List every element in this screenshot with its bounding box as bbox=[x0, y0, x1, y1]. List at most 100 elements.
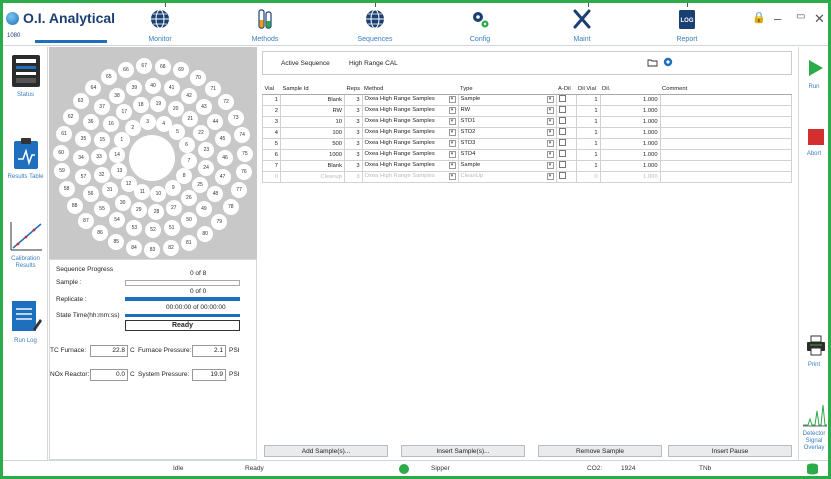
chevron-down-icon[interactable]: ▾ bbox=[448, 107, 456, 114]
carousel-position[interactable]: 60 bbox=[53, 144, 70, 161]
cell-dil[interactable]: 1.000 bbox=[599, 137, 661, 150]
nav-maint[interactable]: Maint bbox=[547, 3, 617, 46]
cell-dil[interactable]: 1.000 bbox=[599, 148, 661, 161]
table-row[interactable]: 4 100 3 Oxea High Range Samples ▾ STD2 ▾ 1 1.000 bbox=[262, 126, 793, 139]
a-dil-checkbox[interactable] bbox=[558, 117, 566, 124]
cell-reps[interactable]: 3 bbox=[344, 93, 363, 106]
carousel-position[interactable]: 73 bbox=[227, 109, 244, 126]
cell-vial[interactable]: 2 bbox=[262, 104, 281, 117]
cell-method[interactable]: Oxea High Range Samples ▾ bbox=[361, 148, 459, 161]
carousel-position[interactable]: 65 bbox=[100, 69, 117, 86]
chevron-down-icon[interactable]: ▾ bbox=[546, 107, 554, 114]
cell-comment[interactable] bbox=[659, 159, 793, 172]
carousel-position[interactable]: 40 bbox=[145, 78, 161, 94]
carousel-position[interactable]: 43 bbox=[195, 99, 212, 116]
sidebar-item-status[interactable]: Status bbox=[3, 53, 48, 99]
cell-comment[interactable] bbox=[659, 93, 793, 106]
cell-sample-id[interactable]: 100 bbox=[280, 126, 345, 139]
cell-dil[interactable]: 1.000 bbox=[599, 93, 661, 106]
run-label[interactable]: Run bbox=[799, 84, 828, 90]
chevron-down-icon[interactable]: ▾ bbox=[448, 173, 456, 180]
carousel-position[interactable]: 88 bbox=[66, 198, 83, 215]
cell-reps[interactable]: 3 bbox=[344, 159, 363, 172]
printer-icon[interactable] bbox=[806, 335, 826, 357]
carousel-position[interactable]: 51 bbox=[163, 219, 180, 236]
cell-method[interactable]: Oxea High Range Samples ▾ bbox=[361, 159, 459, 172]
table-row[interactable]: 1 Blank 3 Oxea High Range Samples ▾ Sample ▾ 1 1… bbox=[262, 93, 793, 106]
carousel-position[interactable]: 56 bbox=[82, 186, 99, 202]
cell-a-dil[interactable] bbox=[555, 126, 577, 139]
carousel-position[interactable]: 74 bbox=[234, 127, 251, 144]
carousel-position[interactable]: 24 bbox=[198, 159, 215, 176]
maximize-icon[interactable]: ▭ bbox=[796, 11, 805, 22]
nav-monitor[interactable]: Monitor bbox=[125, 3, 195, 46]
carousel-position[interactable]: 34 bbox=[73, 150, 89, 166]
nav-sequences[interactable]: Sequences bbox=[340, 3, 410, 46]
lock-icon[interactable]: 🔒 bbox=[752, 11, 766, 24]
cell-comment[interactable] bbox=[659, 170, 793, 183]
carousel-position[interactable]: 50 bbox=[181, 212, 197, 229]
carousel-position[interactable]: 14 bbox=[109, 147, 126, 164]
carousel-position[interactable]: 47 bbox=[214, 168, 231, 185]
carousel-position[interactable]: 17 bbox=[116, 104, 133, 121]
carousel-position[interactable]: 78 bbox=[222, 199, 239, 216]
database-icon[interactable] bbox=[806, 463, 819, 475]
carousel-position[interactable]: 71 bbox=[205, 80, 222, 97]
table-row[interactable]: 2 RW 3 Oxea High Range Samples ▾ RW ▾ 1 1.000 bbox=[262, 104, 793, 117]
col-header-reps[interactable]: Reps bbox=[344, 85, 363, 95]
table-row[interactable]: 0 Cleanup 3 Oxea High Range Samples ▾ CleanUp… bbox=[262, 170, 793, 183]
carousel-position[interactable]: 3 bbox=[139, 114, 156, 131]
cell-sample-id[interactable]: Blank bbox=[280, 93, 345, 106]
carousel-position[interactable]: 86 bbox=[92, 225, 109, 242]
cell-reps[interactable]: 3 bbox=[344, 148, 363, 161]
active-sequence-value[interactable]: High Range CAL bbox=[349, 60, 398, 67]
carousel-position[interactable]: 2 bbox=[124, 120, 141, 137]
instrument-selector-bar[interactable] bbox=[35, 40, 107, 43]
add-samples-button[interactable]: Add Sample(s)... bbox=[264, 445, 388, 457]
carousel-position[interactable]: 54 bbox=[109, 212, 125, 229]
carousel-position[interactable]: 52 bbox=[145, 222, 161, 238]
carousel-position[interactable]: 29 bbox=[130, 202, 147, 219]
cell-type[interactable]: Sample ▾ bbox=[457, 159, 557, 172]
nav-config[interactable]: Config bbox=[445, 3, 515, 46]
chevron-down-icon[interactable]: ▾ bbox=[448, 118, 456, 125]
col-header-method[interactable]: Method bbox=[362, 85, 459, 95]
chevron-down-icon[interactable]: ▾ bbox=[546, 162, 554, 169]
carousel-position[interactable]: 81 bbox=[180, 234, 197, 251]
table-row[interactable]: 6 1000 3 Oxea High Range Samples ▾ STD4 ▾ 1 1.00… bbox=[262, 148, 793, 161]
chevron-down-icon[interactable]: ▾ bbox=[546, 173, 554, 180]
carousel-position[interactable]: 25 bbox=[192, 176, 208, 193]
cell-a-dil[interactable] bbox=[555, 159, 577, 172]
table-row[interactable]: 5 500 3 Oxea High Range Samples ▾ STD3 ▾ 1 1.000 bbox=[262, 137, 793, 150]
cell-a-dil[interactable] bbox=[555, 115, 577, 128]
cell-vial[interactable]: 0 bbox=[262, 170, 281, 183]
a-dil-checkbox[interactable] bbox=[558, 95, 566, 102]
carousel-position[interactable]: 72 bbox=[218, 94, 235, 111]
cell-vial[interactable]: 3 bbox=[262, 115, 281, 128]
carousel-position[interactable]: 23 bbox=[198, 142, 215, 159]
carousel-position[interactable]: 77 bbox=[231, 182, 248, 199]
cell-vial[interactable]: 7 bbox=[262, 159, 281, 172]
chevron-down-icon[interactable]: ▾ bbox=[448, 129, 456, 136]
carousel-position[interactable]: 53 bbox=[126, 219, 143, 236]
sidebar-item-results-table[interactable]: Results Table bbox=[3, 137, 48, 181]
cell-a-dil[interactable] bbox=[555, 104, 577, 117]
abort-label[interactable]: Abort bbox=[799, 151, 828, 157]
cell-dil[interactable]: 1.000 bbox=[599, 159, 661, 172]
detector-signal-label[interactable]: Detector Signal Overlay bbox=[799, 431, 828, 452]
cell-type[interactable]: RW ▾ bbox=[457, 104, 557, 117]
cell-type[interactable]: STD4 ▾ bbox=[457, 148, 557, 161]
cell-a-dil[interactable] bbox=[555, 170, 577, 183]
carousel-position[interactable]: 62 bbox=[62, 109, 79, 126]
cell-reps[interactable]: 3 bbox=[344, 170, 363, 183]
cell-dil-vial[interactable]: 1 bbox=[575, 104, 601, 117]
carousel-position[interactable]: 7 bbox=[180, 152, 197, 169]
carousel-position[interactable]: 38 bbox=[109, 87, 125, 104]
cell-type[interactable]: STD3 ▾ bbox=[457, 137, 557, 150]
cell-comment[interactable] bbox=[659, 115, 793, 128]
carousel-position[interactable]: 16 bbox=[103, 116, 119, 133]
chevron-down-icon[interactable]: ▾ bbox=[448, 162, 456, 169]
carousel-position[interactable]: 84 bbox=[125, 240, 142, 256]
col-header-a-dil[interactable]: A-Dil bbox=[556, 85, 577, 95]
carousel-position[interactable]: 83 bbox=[144, 241, 161, 258]
